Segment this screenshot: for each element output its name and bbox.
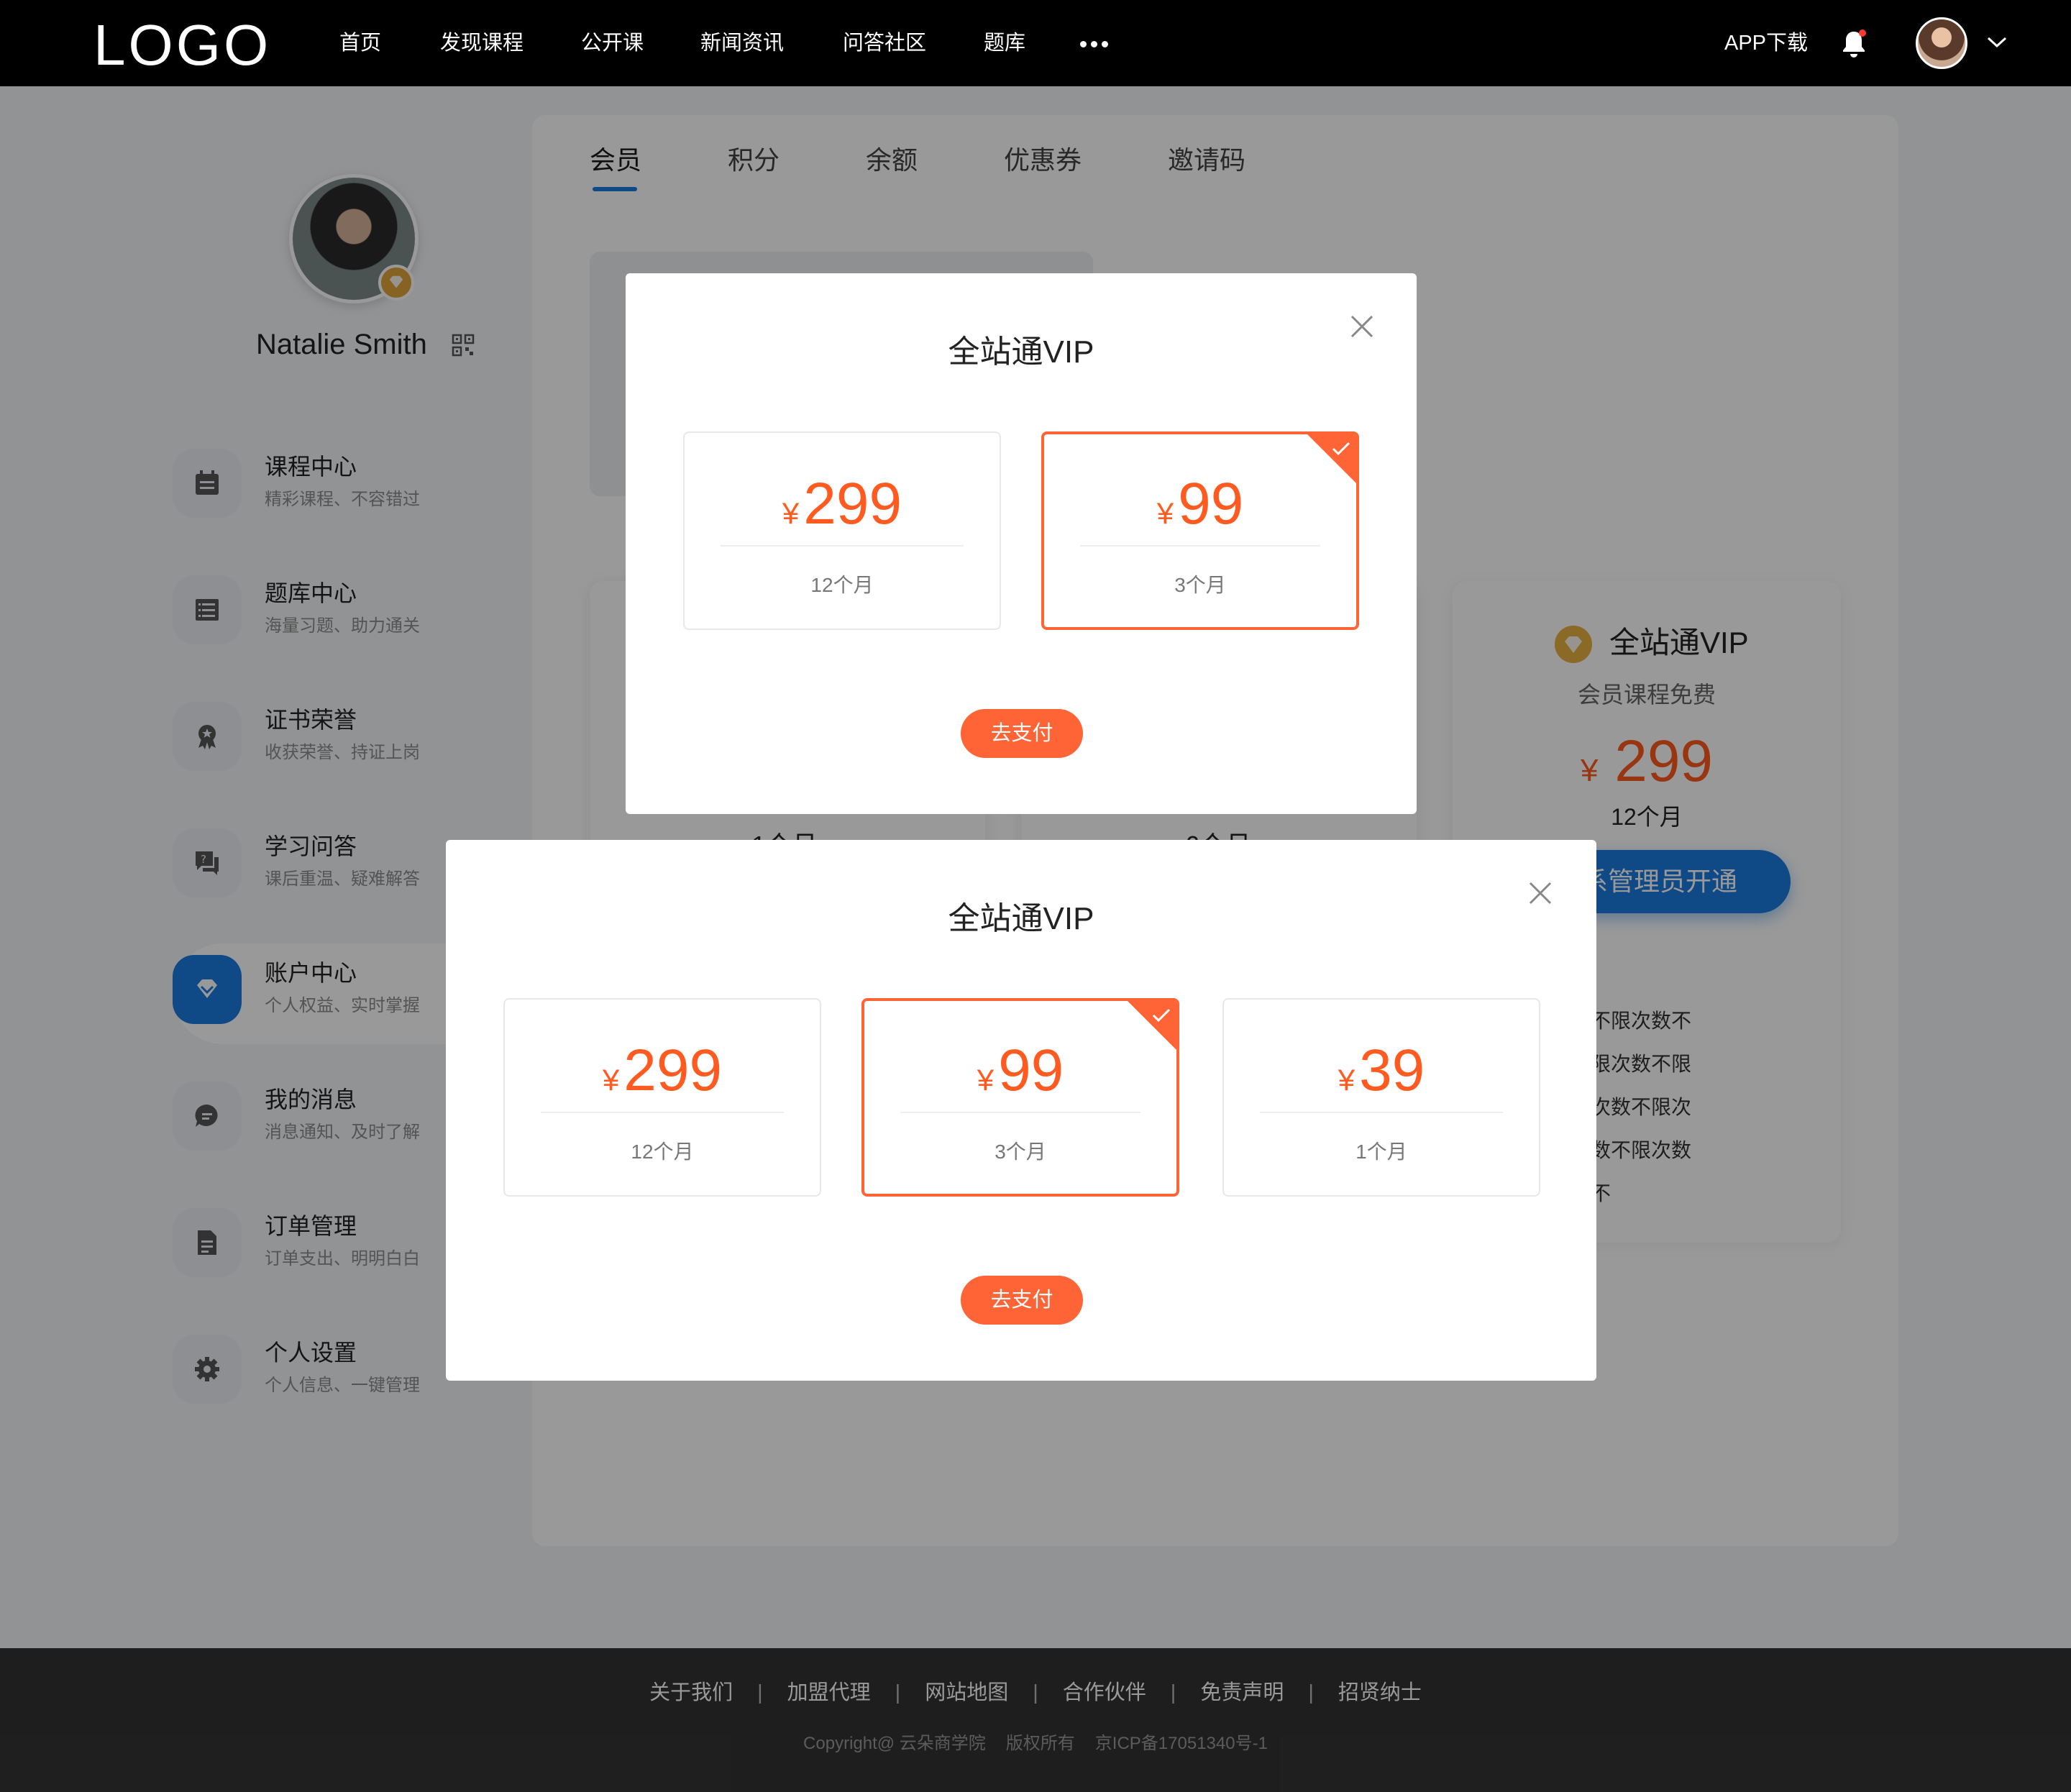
nav-item-courses[interactable]: 发现课程 <box>440 29 524 58</box>
currency-symbol: ¥ <box>1156 496 1174 530</box>
bell-icon[interactable] <box>1841 29 1867 59</box>
app-download-link[interactable]: APP下载 <box>1724 29 1808 58</box>
modal-title: 全站通VIP <box>948 901 1094 936</box>
plan-duration: 1个月 <box>1355 1140 1407 1163</box>
user-avatar[interactable] <box>1916 17 1967 69</box>
plan-option-1-month[interactable]: ¥39 1个月 <box>1222 998 1540 1197</box>
close-icon[interactable] <box>1349 314 1375 339</box>
plan-duration: 12个月 <box>631 1140 694 1163</box>
plan-price-value: 99 <box>1178 471 1244 536</box>
currency-symbol: ¥ <box>977 1063 995 1097</box>
pay-button[interactable]: 去支付 <box>961 1276 1083 1325</box>
pay-button[interactable]: 去支付 <box>961 709 1083 758</box>
nav-item-qa-community[interactable]: 问答社区 <box>843 29 926 58</box>
plan-option-3-months[interactable]: ¥99 3个月 <box>861 998 1179 1197</box>
plan-option-12-months[interactable]: ¥299 12个月 <box>683 431 1001 630</box>
more-icon[interactable] <box>1080 41 1109 48</box>
plan-price: ¥99 <box>864 1031 1176 1120</box>
vip-purchase-modal: 全站通VIP ¥299 12个月 ¥99 3个月 ¥39 1个月 去支付 <box>446 840 1596 1381</box>
vip-purchase-modal: 全站通VIP ¥299 12个月 ¥99 3个月 去支付 <box>626 273 1417 814</box>
plan-duration: 12个月 <box>810 574 874 596</box>
divider <box>1080 545 1320 547</box>
plan-price: ¥39 <box>1224 1031 1539 1120</box>
plan-option-3-months[interactable]: ¥99 3个月 <box>1041 431 1359 630</box>
chevron-down-icon[interactable] <box>1986 35 2008 49</box>
check-icon <box>1332 442 1350 456</box>
plan-price-value: 299 <box>623 1038 723 1103</box>
plan-price: ¥299 <box>685 465 1000 553</box>
divider <box>541 1112 784 1113</box>
plan-duration: 3个月 <box>995 1140 1046 1163</box>
logo[interactable]: LOGO <box>93 13 271 78</box>
plan-price-value: 99 <box>998 1038 1064 1103</box>
plan-option-12-months[interactable]: ¥299 12个月 <box>503 998 821 1197</box>
top-navbar: LOGO 首页 发现课程 公开课 新闻资讯 问答社区 题库 APP下载 <box>0 0 2071 86</box>
close-icon[interactable] <box>1527 880 1553 906</box>
check-icon <box>1152 1008 1171 1023</box>
modal-title: 全站通VIP <box>948 334 1094 370</box>
currency-symbol: ¥ <box>1338 1063 1355 1097</box>
nav-item-news[interactable]: 新闻资讯 <box>700 29 784 58</box>
nav-item-home[interactable]: 首页 <box>339 29 381 58</box>
nav-item-question-bank[interactable]: 题库 <box>984 29 1025 58</box>
plan-price-value: 299 <box>803 471 902 536</box>
currency-symbol: ¥ <box>602 1063 620 1097</box>
plan-price-value: 39 <box>1359 1038 1425 1103</box>
divider <box>900 1112 1140 1113</box>
nav-item-open-class[interactable]: 公开课 <box>581 29 644 58</box>
plan-price: ¥299 <box>505 1031 820 1120</box>
divider <box>1260 1112 1503 1113</box>
plan-duration: 3个月 <box>1174 574 1226 596</box>
modal-backdrop-footer <box>0 1648 2071 1792</box>
plan-price: ¥99 <box>1044 465 1356 553</box>
currency-symbol: ¥ <box>782 496 800 530</box>
divider <box>721 545 964 547</box>
